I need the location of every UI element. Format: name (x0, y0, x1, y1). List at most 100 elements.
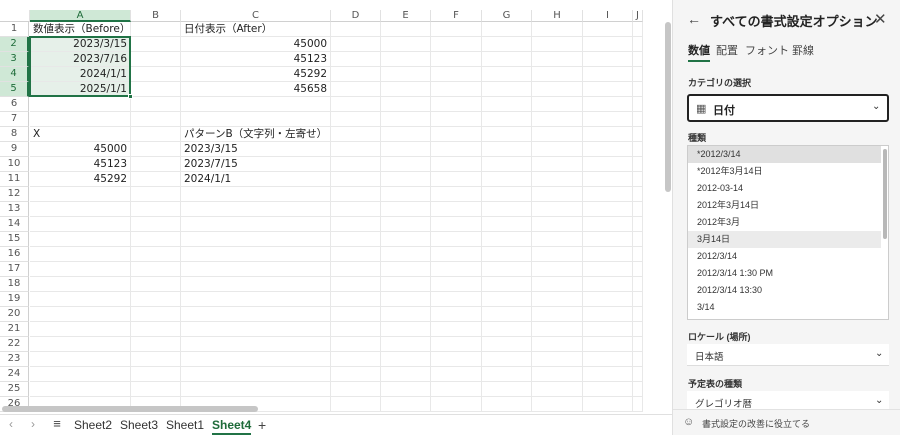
cell-a1[interactable]: 数値表示（Before） (30, 22, 131, 37)
cell-f23[interactable] (431, 352, 482, 367)
cell-g7[interactable] (482, 112, 532, 127)
cell-i3[interactable] (583, 52, 633, 67)
type-option[interactable]: 2012年3月 (688, 214, 881, 231)
cell-h11[interactable] (532, 172, 583, 187)
cell-a11[interactable]: 45292 (30, 172, 131, 187)
cell-b15[interactable] (131, 232, 181, 247)
feedback-link[interactable]: 書式設定の改善に役立てる (702, 417, 810, 430)
cell-j13[interactable] (633, 202, 643, 217)
cell-c13[interactable] (181, 202, 331, 217)
type-option[interactable]: 3月14日 (688, 231, 881, 248)
cell-b16[interactable] (131, 247, 181, 262)
cell-b12[interactable] (131, 187, 181, 202)
cell-f18[interactable] (431, 277, 482, 292)
cell-f16[interactable] (431, 247, 482, 262)
cell-e18[interactable] (381, 277, 431, 292)
cell-c15[interactable] (181, 232, 331, 247)
cell-j25[interactable] (633, 382, 643, 397)
cell-a19[interactable] (30, 292, 131, 307)
cell-e7[interactable] (381, 112, 431, 127)
type-list[interactable]: *2012/3/14 *2012年3月14日 2012-03-14 2012年3月14… (687, 145, 889, 320)
cell-a7[interactable] (30, 112, 131, 127)
cell-d4[interactable] (331, 67, 381, 82)
cell-d7[interactable] (331, 112, 381, 127)
cell-i5[interactable] (583, 82, 633, 97)
cell-e20[interactable] (381, 307, 431, 322)
cell-g17[interactable] (482, 262, 532, 277)
cell-a12[interactable] (30, 187, 131, 202)
cell-c22[interactable] (181, 337, 331, 352)
cell-h4[interactable] (532, 67, 583, 82)
cell-g4[interactable] (482, 67, 532, 82)
cell-e16[interactable] (381, 247, 431, 262)
cell-j19[interactable] (633, 292, 643, 307)
cell-h23[interactable] (532, 352, 583, 367)
cell-g5[interactable] (482, 82, 532, 97)
cell-d1[interactable] (331, 22, 381, 37)
cell-a8[interactable]: X (30, 127, 131, 142)
cell-b19[interactable] (131, 292, 181, 307)
cell-c10[interactable]: 2023/7/15 (181, 157, 331, 172)
cell-h22[interactable] (532, 337, 583, 352)
cell-f21[interactable] (431, 322, 482, 337)
cell-a21[interactable] (30, 322, 131, 337)
cell-f8[interactable] (431, 127, 482, 142)
fill-handle[interactable] (128, 94, 133, 99)
cell-b25[interactable] (131, 382, 181, 397)
cell-j10[interactable] (633, 157, 643, 172)
close-icon[interactable]: ✕ (874, 10, 887, 28)
cell-f10[interactable] (431, 157, 482, 172)
cell-d26[interactable] (331, 397, 381, 412)
cell-h9[interactable] (532, 142, 583, 157)
cell-f1[interactable] (431, 22, 482, 37)
cell-g1[interactable] (482, 22, 532, 37)
cell-j7[interactable] (633, 112, 643, 127)
type-option[interactable]: 3/14 (688, 299, 881, 316)
cell-b8[interactable] (131, 127, 181, 142)
cell-b5[interactable] (131, 82, 181, 97)
cell-h14[interactable] (532, 217, 583, 232)
cell-f12[interactable] (431, 187, 482, 202)
cell-d15[interactable] (331, 232, 381, 247)
cell-g9[interactable] (482, 142, 532, 157)
cell-h20[interactable] (532, 307, 583, 322)
vertical-scrollbar[interactable] (664, 22, 672, 407)
cell-i11[interactable] (583, 172, 633, 187)
cell-e17[interactable] (381, 262, 431, 277)
cell-g25[interactable] (482, 382, 532, 397)
cell-d18[interactable] (331, 277, 381, 292)
cell-j12[interactable] (633, 187, 643, 202)
row-header-1[interactable]: 1 (0, 22, 29, 37)
cell-i24[interactable] (583, 367, 633, 382)
column-header-e[interactable]: E (381, 10, 431, 22)
cell-a9[interactable]: 45000 (30, 142, 131, 157)
cell-b24[interactable] (131, 367, 181, 382)
cell-b17[interactable] (131, 262, 181, 277)
cell-a5[interactable]: 2025/1/1 (30, 82, 131, 97)
cell-a18[interactable] (30, 277, 131, 292)
cell-c8[interactable]: パターンB（文字列・左寄せ） (181, 127, 331, 142)
cell-c14[interactable] (181, 217, 331, 232)
cell-e1[interactable] (381, 22, 431, 37)
type-option[interactable]: 2012年3月14日 (688, 197, 881, 214)
cell-j1[interactable] (633, 22, 643, 37)
cell-a20[interactable] (30, 307, 131, 322)
cell-j2[interactable] (633, 37, 643, 52)
cell-e8[interactable] (381, 127, 431, 142)
row-header-23[interactable]: 23 (0, 352, 29, 367)
cell-d9[interactable] (331, 142, 381, 157)
cell-b14[interactable] (131, 217, 181, 232)
cell-b3[interactable] (131, 52, 181, 67)
cell-h2[interactable] (532, 37, 583, 52)
cell-a23[interactable] (30, 352, 131, 367)
column-header-b[interactable]: B (131, 10, 181, 22)
cell-i17[interactable] (583, 262, 633, 277)
cell-e9[interactable] (381, 142, 431, 157)
row-header-15[interactable]: 15 (0, 232, 29, 247)
type-option[interactable]: 2012/3/14 13:30 (688, 282, 881, 299)
tab-number[interactable]: 数値 (688, 42, 710, 62)
cell-d24[interactable] (331, 367, 381, 382)
cell-a13[interactable] (30, 202, 131, 217)
row-header-12[interactable]: 12 (0, 187, 29, 202)
row-header-7[interactable]: 7 (0, 112, 29, 127)
